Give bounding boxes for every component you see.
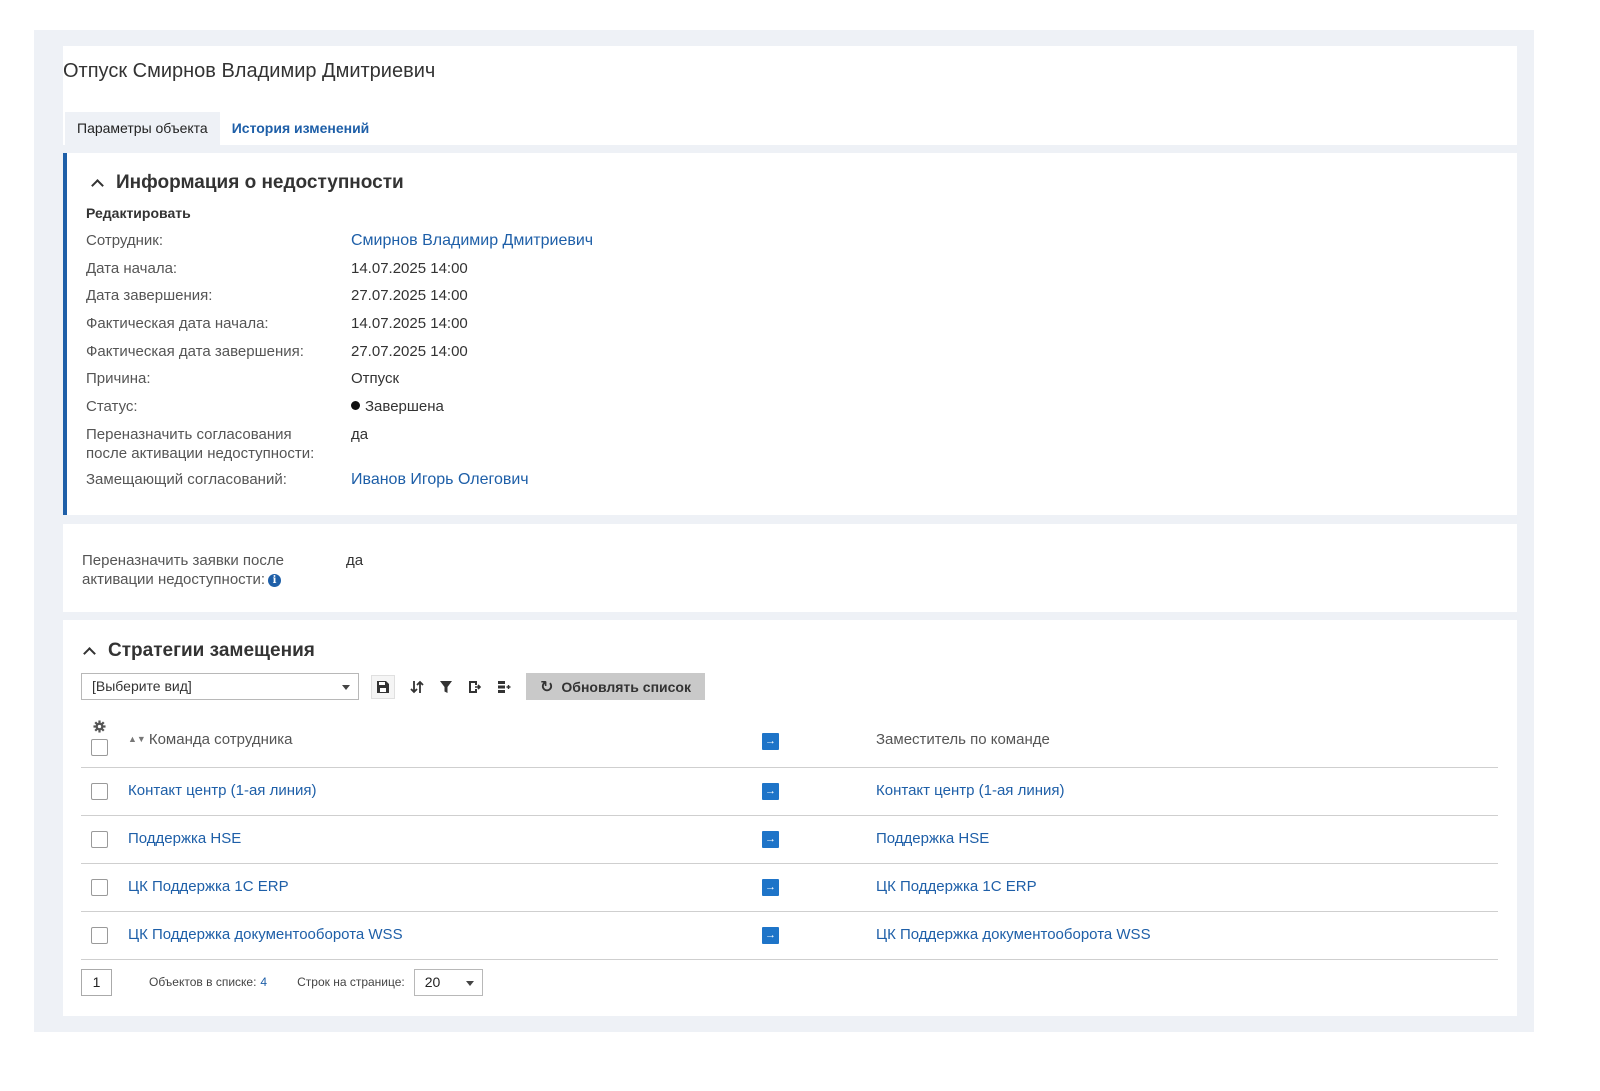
page-number-button[interactable]: 1 xyxy=(81,968,112,996)
tab-bar: Параметры объекта История изменений xyxy=(65,112,381,145)
field-value: 14.07.2025 14:00 xyxy=(351,260,468,277)
tab-change-history[interactable]: История изменений xyxy=(220,112,382,145)
field-value: да xyxy=(351,426,369,443)
deputy-link[interactable]: ЦК Поддержка документооборота WSS xyxy=(876,926,1151,943)
edit-link[interactable]: Редактировать xyxy=(86,205,191,221)
save-icon xyxy=(377,680,389,693)
sort-icon xyxy=(410,680,424,693)
status-badge: Завершена xyxy=(351,397,444,416)
field-value: Отпуск xyxy=(351,370,400,387)
info-section-title: Информация о недоступности xyxy=(116,172,404,193)
team-link[interactable]: Контакт центр (1-ая линия) xyxy=(128,782,316,799)
status-dot-icon xyxy=(351,401,360,410)
objects-count-label: Объектов в списке: xyxy=(149,975,257,989)
rows-per-page-label: Строк на странице: xyxy=(297,975,405,989)
unavailability-info-card: Информация о недоступности Редактировать… xyxy=(63,153,1517,515)
strategies-section-title: Стратегии замещения xyxy=(108,640,315,661)
page-title: Отпуск Смирнов Владимир Дмитриевич xyxy=(63,60,436,82)
column-header-team[interactable]: ▲▼ Команда сотрудника xyxy=(128,731,293,748)
deputy-link[interactable]: ЦК Поддержка 1С ERP xyxy=(876,878,1037,895)
row-checkbox[interactable] xyxy=(91,783,108,800)
tab-object-parameters[interactable]: Параметры объекта xyxy=(65,112,220,145)
export-icon xyxy=(469,680,482,693)
arrow-right-icon: → xyxy=(762,831,779,848)
field-label-line2: после активации недоступности: xyxy=(86,445,315,462)
deputy-link[interactable]: Контакт центр (1-ая линия) xyxy=(876,782,1064,799)
arrow-right-icon: → xyxy=(762,879,779,896)
reassign-requests-card: Переназначить заявки после активации нед… xyxy=(63,524,1517,612)
gear-icon[interactable] xyxy=(93,720,106,733)
team-link[interactable]: ЦК Поддержка документооборота WSS xyxy=(128,926,403,943)
pagination: 1 Объектов в списке: 4 Строк на странице… xyxy=(81,968,483,996)
rows-per-page-select[interactable]: 20 xyxy=(413,968,483,996)
filter-icon xyxy=(440,680,452,693)
field-value: 14.07.2025 14:00 xyxy=(351,315,468,332)
columns-icon xyxy=(498,680,511,693)
substitution-strategies-card: Стратегии замещения [Выберите вид] ↻ Обн… xyxy=(63,620,1517,1016)
table-row: ЦК Поддержка документооборота WSS → ЦК П… xyxy=(81,912,1498,960)
field-value: да xyxy=(346,552,364,569)
field-label-line1: Переназначить согласования xyxy=(86,426,292,443)
chevron-up-icon xyxy=(83,646,96,660)
table-row: ЦК Поддержка 1С ERP → ЦК Поддержка 1С ER… xyxy=(81,864,1498,912)
row-checkbox[interactable] xyxy=(91,927,108,944)
grid-header-row: ▲▼ Команда сотрудника → Заместитель по ко… xyxy=(81,715,1498,768)
filter-button[interactable] xyxy=(434,675,458,699)
arrow-right-icon: → xyxy=(762,927,779,944)
view-select-value: [Выберите вид] xyxy=(92,678,192,694)
grid-toolbar: [Выберите вид] ↻ Обновлять список xyxy=(81,673,705,700)
deputy-link[interactable]: Поддержка HSE xyxy=(876,830,989,847)
field-label: Переназначить заявки после активации нед… xyxy=(82,551,342,589)
table-row: Контакт центр (1-ая линия) → Контакт цен… xyxy=(81,768,1498,816)
chevron-up-icon xyxy=(91,178,104,192)
field-label: Фактическая дата начала: xyxy=(86,315,269,332)
refresh-icon: ↻ xyxy=(540,678,554,696)
team-link[interactable]: Поддержка HSE xyxy=(128,830,241,847)
field-value: 27.07.2025 14:00 xyxy=(351,343,468,360)
field-label: Замещающий согласований: xyxy=(86,471,287,488)
info-section-header[interactable]: Информация о недоступности xyxy=(89,172,404,194)
field-label: Дата завершения: xyxy=(86,287,213,304)
field-label: Сотрудник: xyxy=(86,232,164,249)
column-header-deputy[interactable]: Заместитель по команде xyxy=(876,731,1050,748)
arrow-right-icon: → xyxy=(762,733,779,750)
export-button[interactable] xyxy=(463,675,487,699)
row-checkbox[interactable] xyxy=(91,831,108,848)
refresh-list-button[interactable]: ↻ Обновлять список xyxy=(526,673,705,700)
view-select[interactable]: [Выберите вид] xyxy=(81,673,359,700)
field-label: Переназначить согласования после активац… xyxy=(86,425,346,463)
table-row: Поддержка HSE → Поддержка HSE xyxy=(81,816,1498,864)
field-label-line2: активации недоступности: xyxy=(82,571,266,588)
refresh-list-label: Обновлять список xyxy=(561,678,691,695)
field-label-line1: Переназначить заявки после xyxy=(82,552,284,569)
strategies-section-header[interactable]: Стратегии замещения xyxy=(81,640,315,662)
approval-substitute-link[interactable]: Иванов Игорь Олегович xyxy=(351,470,529,489)
field-label: Причина: xyxy=(86,370,151,387)
save-view-button[interactable] xyxy=(371,674,395,699)
arrow-right-icon: → xyxy=(762,783,779,800)
select-all-checkbox[interactable] xyxy=(91,739,108,756)
sort-arrows-icon: ▲▼ xyxy=(128,734,146,744)
field-label: Дата начала: xyxy=(86,260,178,277)
field-value: 27.07.2025 14:00 xyxy=(351,287,468,304)
row-checkbox[interactable] xyxy=(91,879,108,896)
column-header-team-label: Команда сотрудника xyxy=(148,731,293,748)
rows-per-page-value: 20 xyxy=(424,973,441,990)
dropdown-arrow-icon xyxy=(465,980,474,986)
columns-button[interactable] xyxy=(492,675,516,699)
field-label: Статус: xyxy=(86,398,138,415)
info-icon[interactable]: i xyxy=(268,574,282,587)
header-card: Отпуск Смирнов Владимир Дмитриевич Парам… xyxy=(63,46,1517,145)
field-label: Фактическая дата завершения: xyxy=(86,343,304,360)
employee-link[interactable]: Смирнов Владимир Дмитриевич xyxy=(351,231,593,250)
team-link[interactable]: ЦК Поддержка 1С ERP xyxy=(128,878,289,895)
status-text: Завершена xyxy=(365,398,444,415)
strategies-grid: ▲▼ Команда сотрудника → Заместитель по ко… xyxy=(81,715,1498,960)
sort-button[interactable] xyxy=(405,675,429,699)
dropdown-arrow-icon xyxy=(342,685,350,690)
objects-count-value: 4 xyxy=(260,975,268,989)
